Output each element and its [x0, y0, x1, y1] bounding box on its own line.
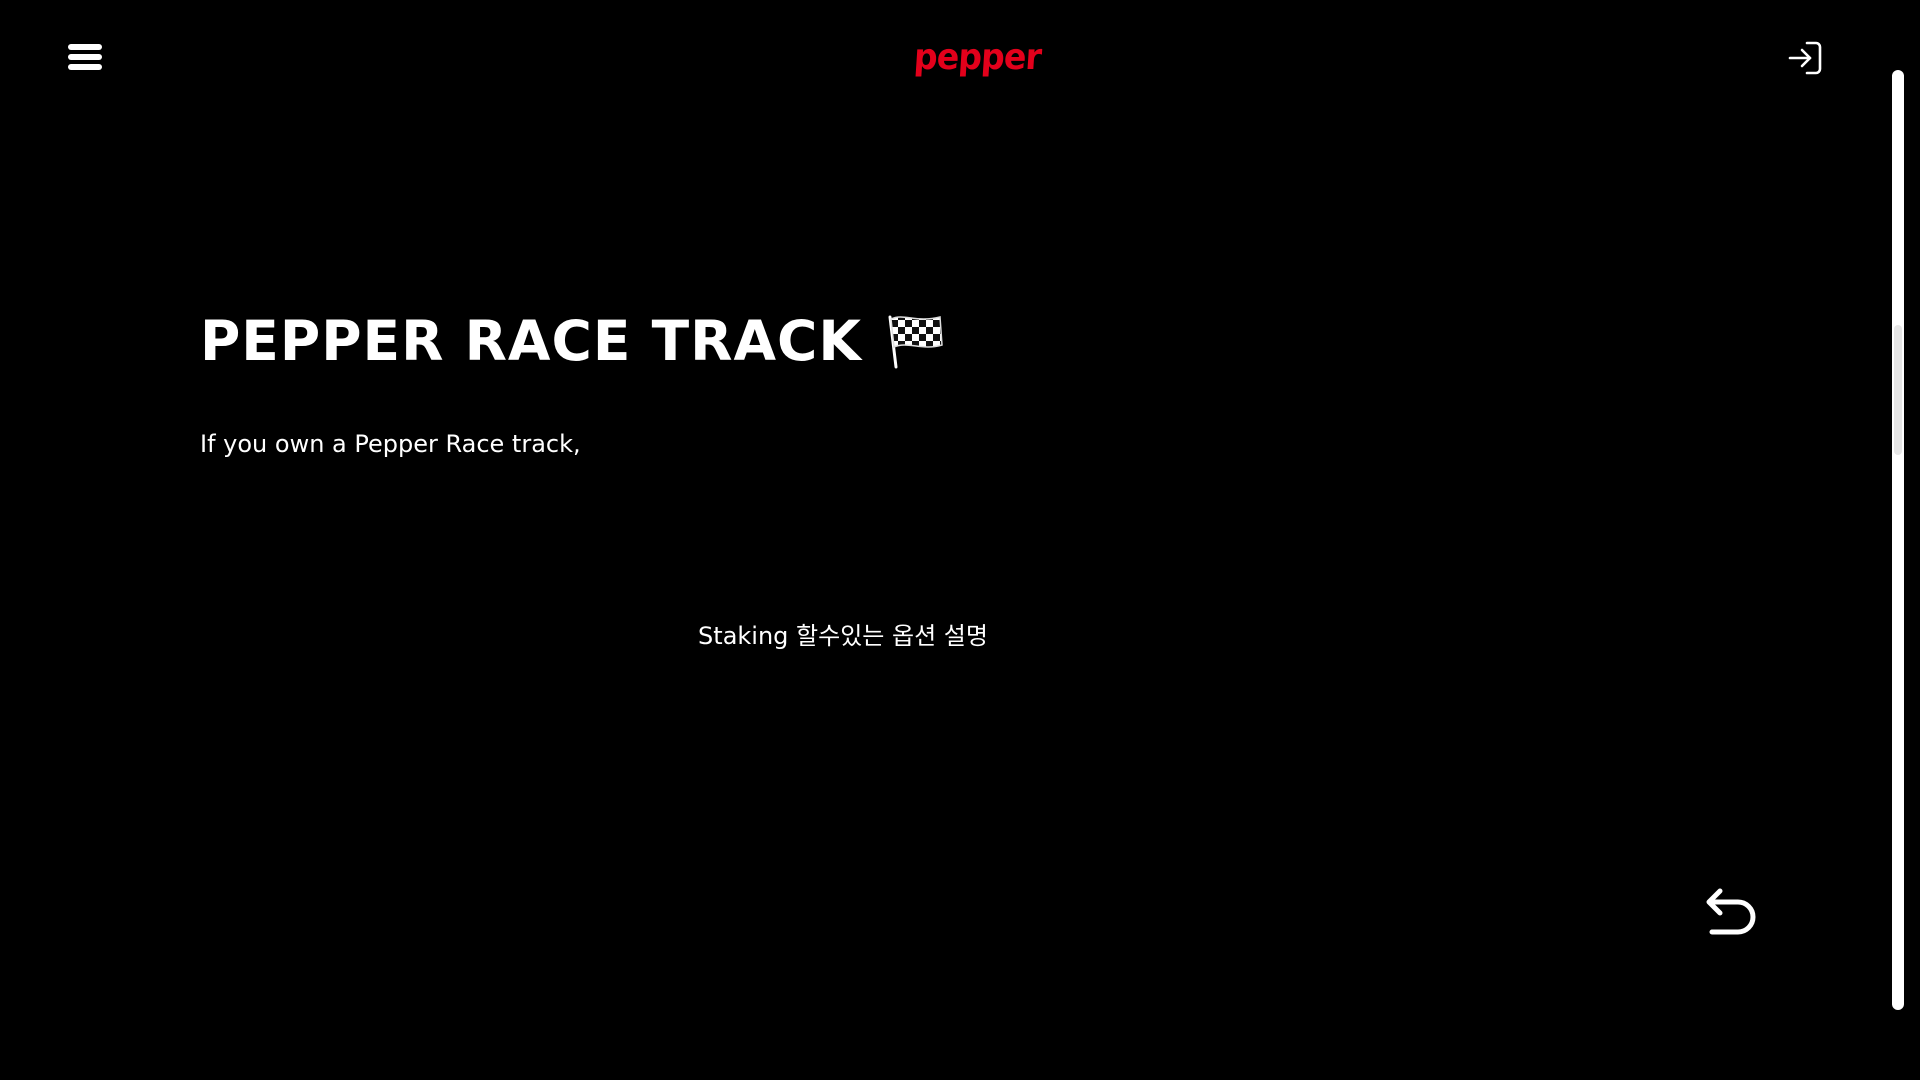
checkered-flag-icon: [888, 315, 943, 369]
pepper-logo[interactable]: pepper: [913, 36, 1043, 80]
menu-button[interactable]: [68, 44, 102, 70]
page-title-text: PEPPER RACE TRACK: [200, 309, 862, 373]
scrollbar-thumb[interactable]: [1894, 325, 1902, 455]
scrollbar[interactable]: [1892, 70, 1904, 1010]
back-button[interactable]: [1698, 880, 1764, 946]
staking-description: Staking 할수있는 옵션 설명: [698, 622, 988, 650]
login-button[interactable]: [1787, 40, 1823, 76]
sign-in-arrow-icon: [1788, 41, 1822, 75]
intro-text: If you own a Pepper Race track,: [200, 430, 581, 458]
undo-arrow-icon: [1706, 888, 1756, 935]
page-title: PEPPER RACE TRACK: [200, 306, 944, 376]
